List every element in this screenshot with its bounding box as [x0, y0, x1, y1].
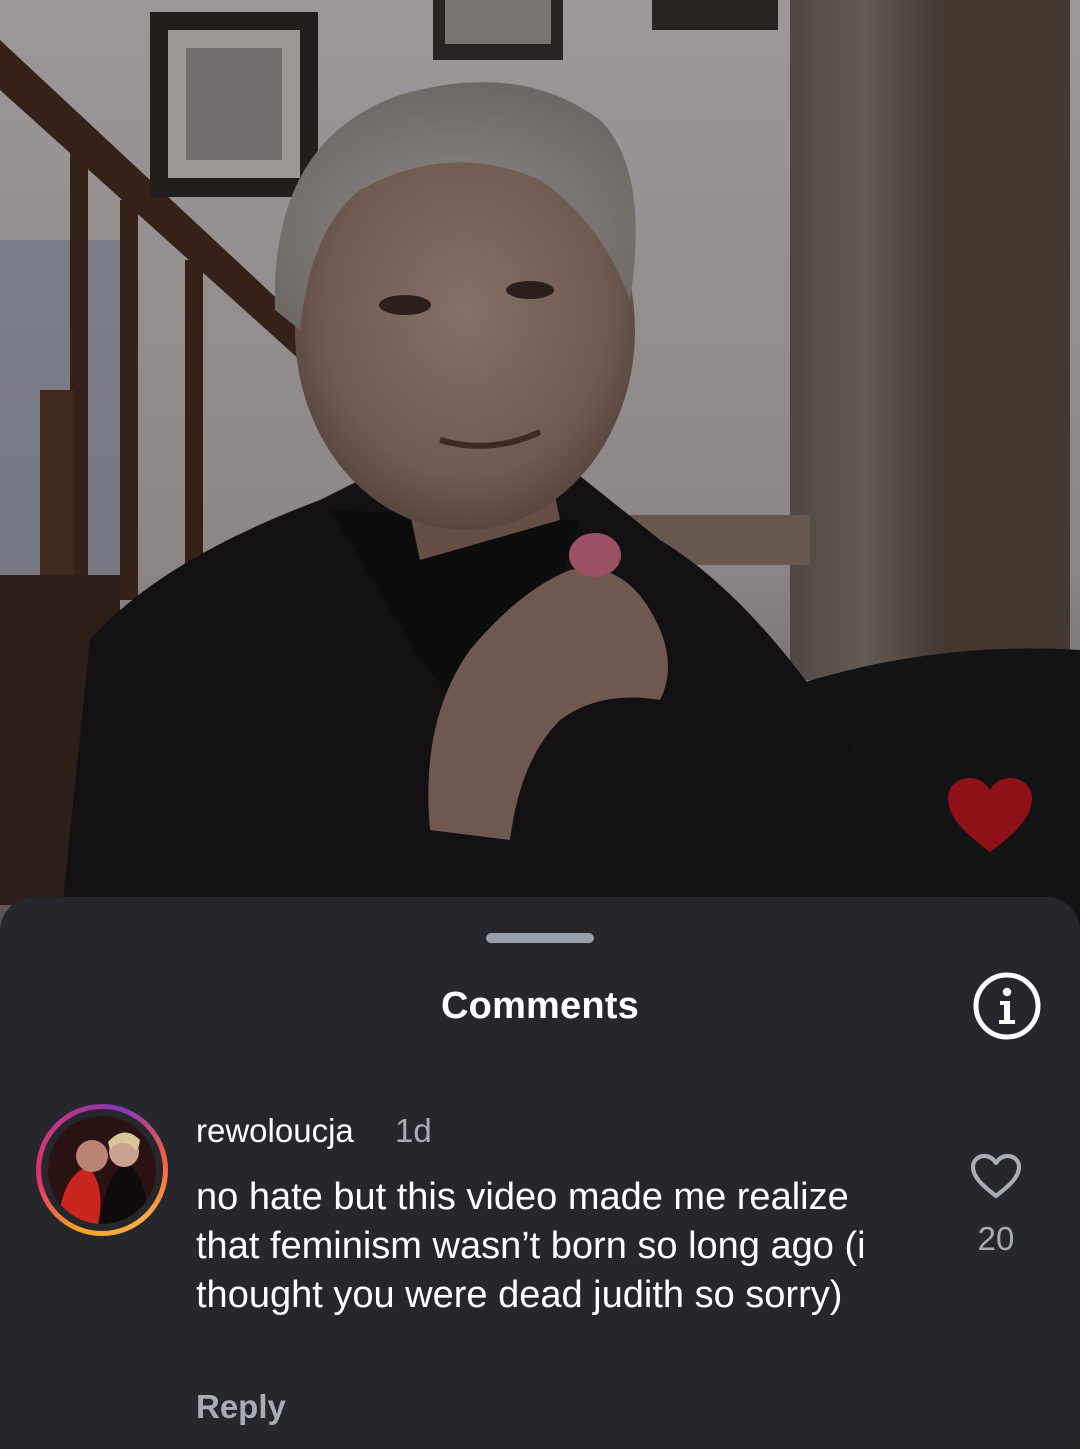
sheet-drag-handle[interactable]: [486, 933, 594, 943]
info-circle-icon[interactable]: [972, 971, 1042, 1041]
heart-outline-icon[interactable]: [970, 1153, 1022, 1199]
avatar[interactable]: [48, 1116, 156, 1224]
reply-button[interactable]: Reply: [196, 1388, 286, 1426]
comments-sheet: Comments rewoloucja 1d no hate but this …: [0, 897, 1080, 1449]
comment-username[interactable]: rewoloucja: [196, 1112, 354, 1150]
heart-icon[interactable]: [946, 776, 1034, 854]
like-count: 20: [977, 1220, 1015, 1257]
sheet-title: Comments: [441, 985, 639, 1027]
video-player[interactable]: [0, 0, 1080, 930]
avatar-image: [48, 1116, 156, 1224]
comment-text: no hate but this video made me realize t…: [196, 1176, 866, 1316]
avatar-story-ring[interactable]: [36, 1104, 168, 1236]
comment-timestamp: 1d: [395, 1112, 432, 1149]
video-frame: [0, 0, 1080, 930]
reel-screen: Comments rewoloucja 1d no hate but this …: [0, 0, 1080, 1449]
